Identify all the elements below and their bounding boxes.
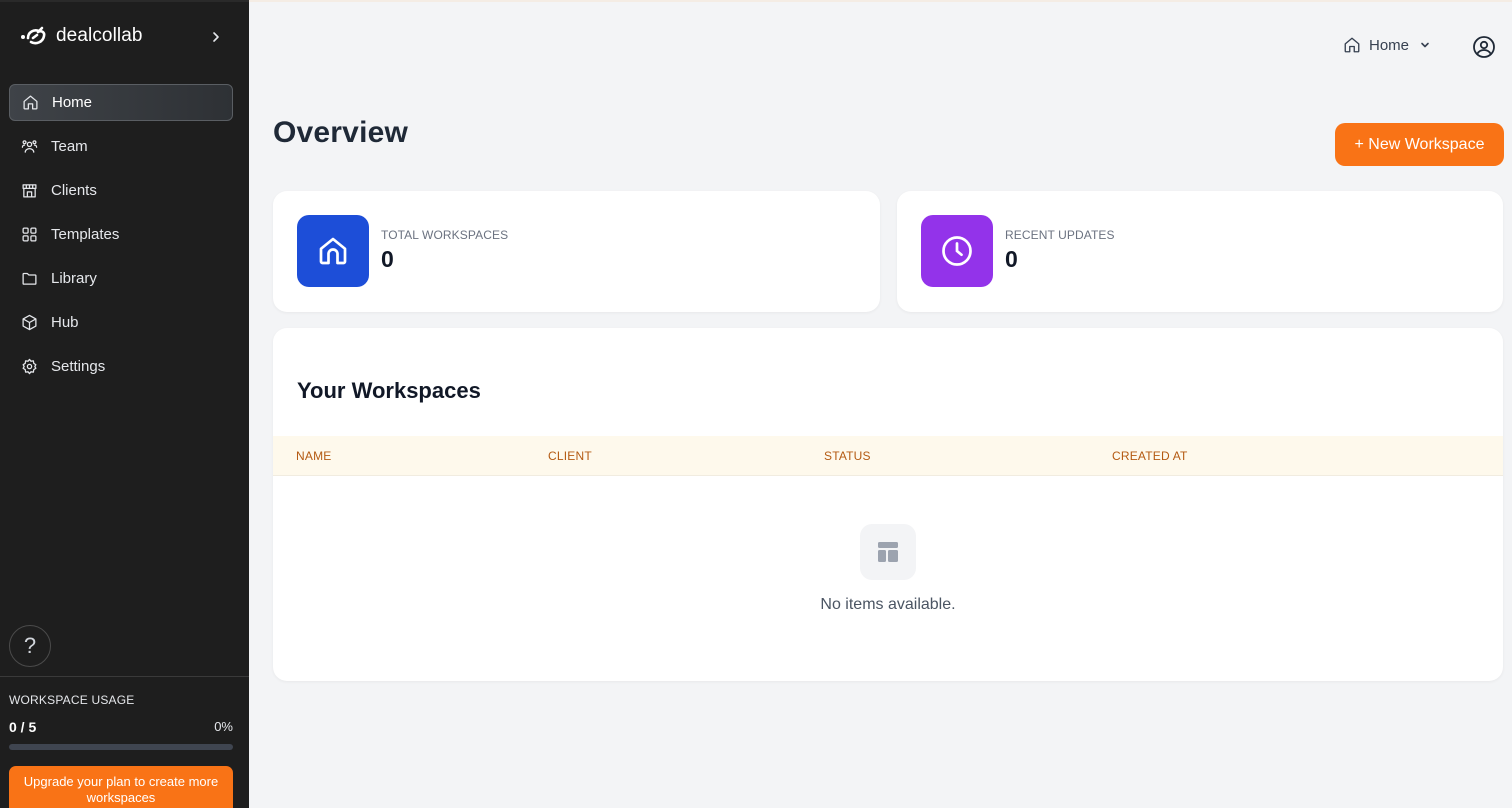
workspaces-table-header: NAME CLIENT STATUS CREATED AT [273,436,1503,476]
sidebar-item-home[interactable]: Home [9,84,233,121]
sidebar-nav: Home Team Clients Templates Library Hub … [9,84,233,392]
column-header-name[interactable]: NAME [296,449,331,463]
stat-label: TOTAL WORKSPACES [381,228,509,242]
stat-card-total-workspaces: TOTAL WORKSPACES 0 [273,191,880,312]
sidebar-item-label: Library [51,270,97,287]
home-icon [319,237,347,265]
empty-state-icon-box [860,524,916,580]
header-home-label: Home [1369,36,1410,54]
sidebar-item-library[interactable]: Library [9,260,233,297]
upgrade-plan-button[interactable]: Upgrade your plan to create more workspa… [9,766,233,808]
sidebar-collapse-button[interactable] [206,27,226,47]
sidebar-item-label: Templates [51,226,120,243]
main-content: Home Overview + New Workspace TOTAL WORK… [249,0,1512,808]
workspace-usage-progress [9,744,233,750]
dealcollab-logo-icon [21,26,46,45]
question-mark-icon: ? [23,633,37,658]
sidebar-item-label: Settings [51,358,106,375]
sidebar-item-label: Home [52,94,93,111]
sidebar: dealcollab Home Team Clients Templates L… [0,0,249,808]
page-title: Overview [273,116,409,149]
sidebar-item-templates[interactable]: Templates [9,216,233,253]
column-header-created-at[interactable]: CREATED AT [1112,449,1188,463]
home-icon [23,95,38,110]
sidebar-item-label: Clients [51,182,97,199]
stat-value: 0 [381,246,394,272]
top-border [249,0,1512,2]
clock-icon [942,236,972,266]
workspace-usage-count: 0 / 5 [9,719,37,735]
brand-name: dealcollab [56,25,143,46]
store-icon [22,184,37,198]
folder-icon [22,272,37,285]
sidebar-item-clients[interactable]: Clients [9,172,233,209]
column-header-status[interactable]: STATUS [824,449,871,463]
grid-icon [22,227,37,242]
team-icon [21,140,38,153]
empty-state-text: No items available. [820,596,956,613]
new-workspace-button[interactable]: + New Workspace [1335,123,1504,166]
sidebar-divider [0,676,249,677]
cube-icon [22,314,37,331]
sidebar-item-team[interactable]: Team [9,128,233,165]
chevron-right-icon [213,32,219,42]
gear-icon [22,358,37,375]
sidebar-item-settings[interactable]: Settings [9,348,233,385]
stat-icon-box [297,215,369,287]
stat-value: 0 [1005,246,1018,272]
workspace-usage-percent: 0% [214,719,233,734]
sidebar-item-hub[interactable]: Hub [9,304,233,341]
sidebar-item-label: Hub [51,314,79,331]
workspaces-panel: Your Workspaces NAME CLIENT STATUS CREAT… [273,328,1503,681]
header-home-dropdown[interactable]: Home [1343,36,1431,54]
sidebar-item-label: Team [51,138,88,155]
stat-card-recent-updates: RECENT UPDATES 0 [897,191,1503,312]
user-circle-icon [1473,36,1495,58]
stat-label: RECENT UPDATES [1005,228,1115,242]
user-profile-button[interactable] [1472,35,1496,59]
workspaces-title: Your Workspaces [297,378,481,403]
chevron-down-icon [1421,42,1429,48]
workspace-usage-title: WORKSPACE USAGE [9,693,135,707]
column-header-client[interactable]: CLIENT [548,449,592,463]
brand-logo[interactable]: dealcollab [20,24,143,48]
table-layout-icon [878,542,898,562]
home-icon [1344,37,1360,53]
help-button[interactable]: ? [9,625,51,667]
stat-icon-box [921,215,993,287]
